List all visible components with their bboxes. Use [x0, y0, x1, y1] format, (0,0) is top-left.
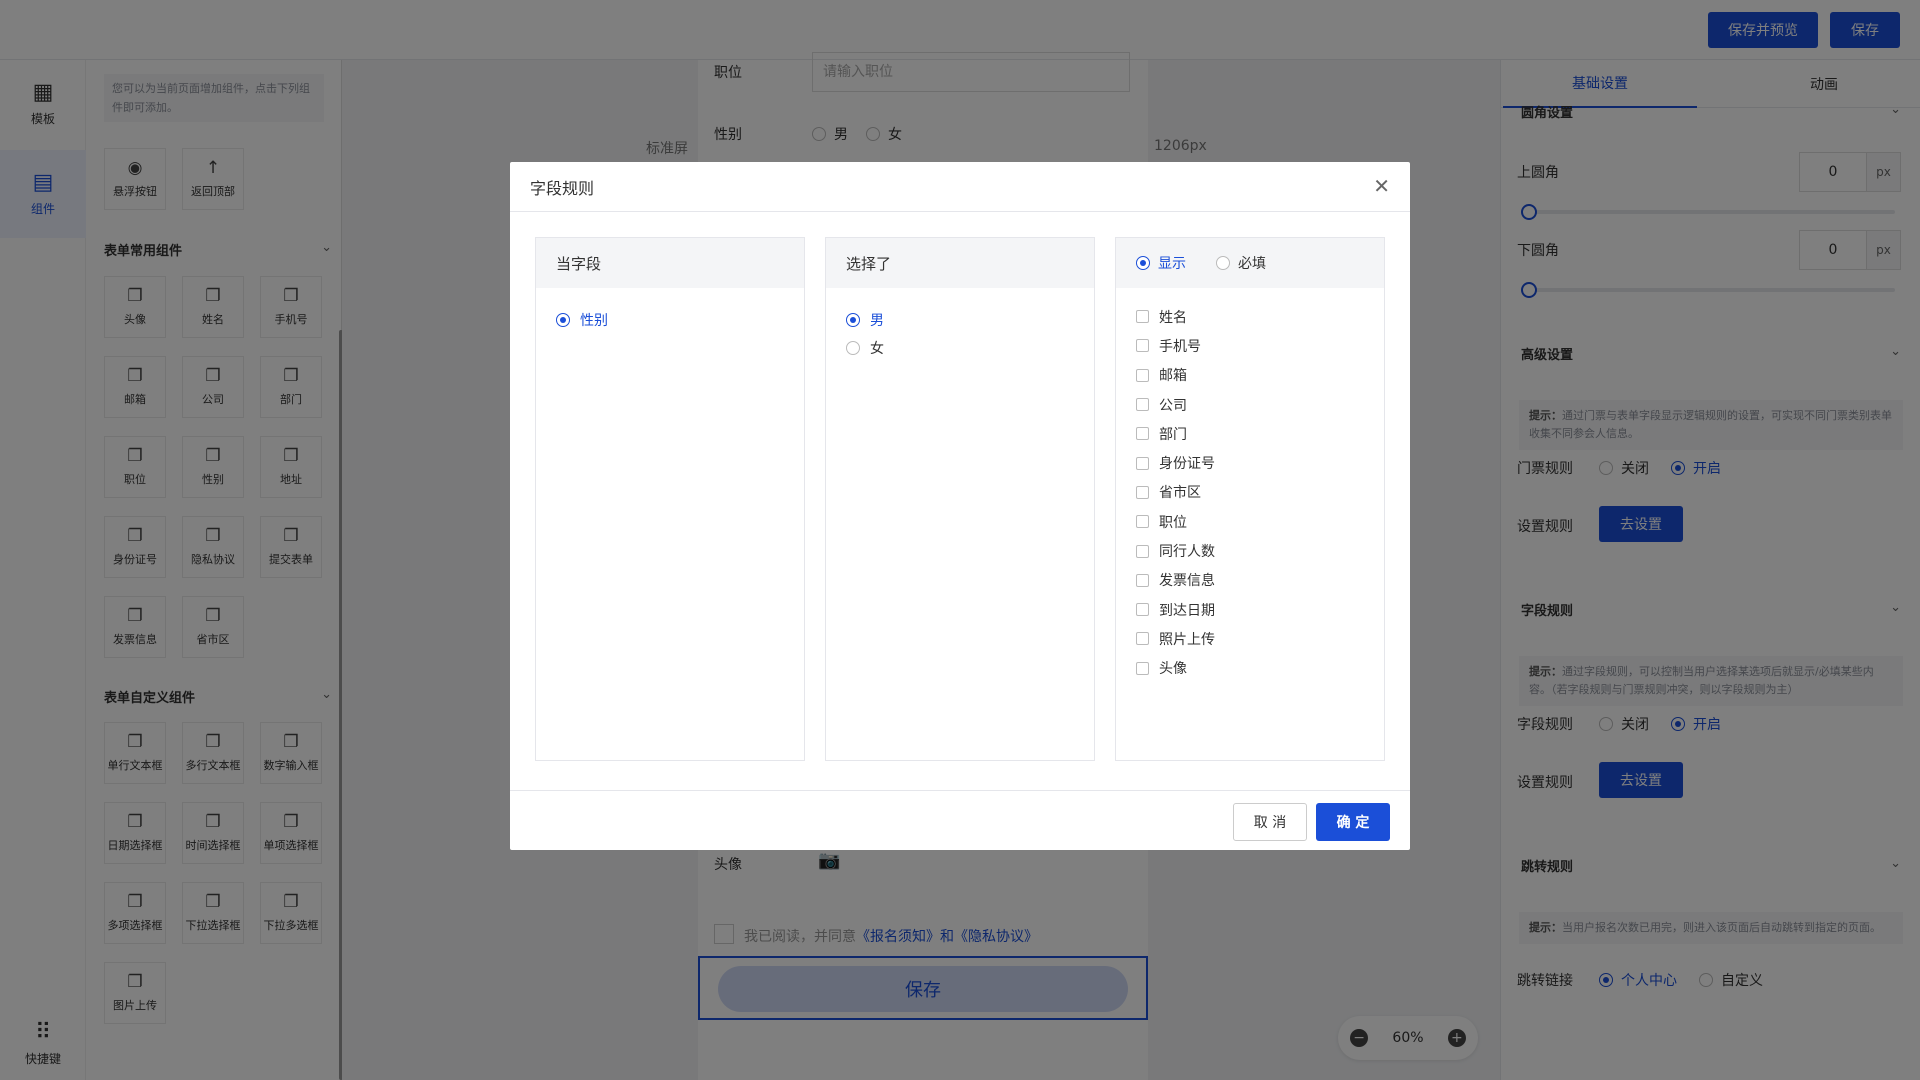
- target-field-option[interactable]: 职位: [1136, 507, 1364, 536]
- option-label: 显示: [1158, 256, 1186, 272]
- checkbox[interactable]: [1136, 603, 1149, 617]
- value-option-female[interactable]: 女: [846, 334, 1074, 362]
- radio: [846, 341, 860, 355]
- option-label: 女: [870, 341, 884, 357]
- option-label: 照片上传: [1159, 631, 1215, 648]
- target-fields-column: 显示 必填 姓名手机号邮箱公司部门身份证号省市区职位同行人数发票信息到达日期照片…: [1115, 237, 1385, 761]
- field-rule-dialog: 字段规则 ✕ 当字段 性别 选择了 男 女 显示 必填 姓名 手机号 邮箱 公司…: [510, 162, 1410, 850]
- option-label: 姓名: [1159, 309, 1187, 326]
- target-field-option[interactable]: 省市区: [1136, 478, 1364, 507]
- target-field-list: 姓名手机号邮箱公司部门身份证号省市区职位同行人数发票信息到达日期照片上传头像: [1116, 288, 1384, 695]
- option-label: 公司: [1159, 397, 1187, 414]
- column-title: 当字段: [536, 238, 804, 288]
- checkbox[interactable]: [1136, 368, 1149, 382]
- target-field-option[interactable]: 发票信息: [1136, 566, 1364, 595]
- option-label: 性别: [580, 313, 608, 329]
- option-label: 同行人数: [1159, 544, 1215, 561]
- close-icon[interactable]: ✕: [1373, 176, 1390, 196]
- checkbox[interactable]: [1136, 661, 1149, 675]
- option-label: 身份证号: [1159, 456, 1215, 473]
- checkbox[interactable]: [1136, 310, 1149, 324]
- dialog-header: 字段规则 ✕: [510, 162, 1410, 212]
- value-option-male[interactable]: 男: [846, 306, 1074, 334]
- checkbox[interactable]: [1136, 632, 1149, 646]
- option-label: 手机号: [1159, 338, 1201, 355]
- radio: [556, 313, 570, 327]
- target-field-option[interactable]: 照片上传: [1136, 624, 1364, 653]
- when-field-column: 当字段 性别: [535, 237, 805, 761]
- option-label: 省市区: [1159, 485, 1201, 502]
- target-field-option[interactable]: 同行人数: [1136, 536, 1364, 565]
- option-label: 邮箱: [1159, 368, 1187, 385]
- option-label: 头像: [1159, 661, 1187, 678]
- option-label: 发票信息: [1159, 573, 1215, 590]
- selected-value-column: 选择了 男 女: [825, 237, 1095, 761]
- radio: [846, 313, 860, 327]
- option-label: 男: [870, 313, 884, 329]
- radio: [1136, 256, 1150, 270]
- checkbox[interactable]: [1136, 456, 1149, 470]
- column-title: 选择了: [826, 238, 1094, 288]
- mode-show-option[interactable]: 显示: [1136, 253, 1186, 273]
- option-label: 职位: [1159, 514, 1187, 531]
- checkbox[interactable]: [1136, 339, 1149, 353]
- target-field-option[interactable]: 到达日期: [1136, 595, 1364, 624]
- mode-required-option[interactable]: 必填: [1216, 253, 1266, 273]
- target-field-option[interactable]: 部门: [1136, 419, 1364, 448]
- field-option-gender[interactable]: 性别: [556, 306, 784, 334]
- radio: [1216, 256, 1230, 270]
- confirm-button[interactable]: 确 定: [1316, 803, 1390, 841]
- checkbox[interactable]: [1136, 427, 1149, 441]
- target-field-option[interactable]: 公司: [1136, 390, 1364, 419]
- checkbox[interactable]: [1136, 515, 1149, 529]
- target-field-option[interactable]: 邮箱: [1136, 361, 1364, 390]
- checkbox[interactable]: [1136, 398, 1149, 412]
- checkbox[interactable]: [1136, 573, 1149, 587]
- checkbox[interactable]: [1136, 485, 1149, 499]
- dialog-footer: 取 消 确 定: [510, 790, 1410, 850]
- target-field-option[interactable]: 姓名: [1136, 302, 1364, 331]
- dialog-title: 字段规则: [530, 178, 595, 198]
- cancel-button[interactable]: 取 消: [1233, 803, 1307, 841]
- option-label: 到达日期: [1159, 602, 1215, 619]
- column-mode-header: 显示 必填: [1116, 238, 1384, 288]
- option-label: 必填: [1238, 256, 1266, 272]
- checkbox[interactable]: [1136, 544, 1149, 558]
- target-field-option[interactable]: 手机号: [1136, 331, 1364, 360]
- option-label: 部门: [1159, 426, 1187, 443]
- target-field-option[interactable]: 头像: [1136, 654, 1364, 683]
- target-field-option[interactable]: 身份证号: [1136, 448, 1364, 477]
